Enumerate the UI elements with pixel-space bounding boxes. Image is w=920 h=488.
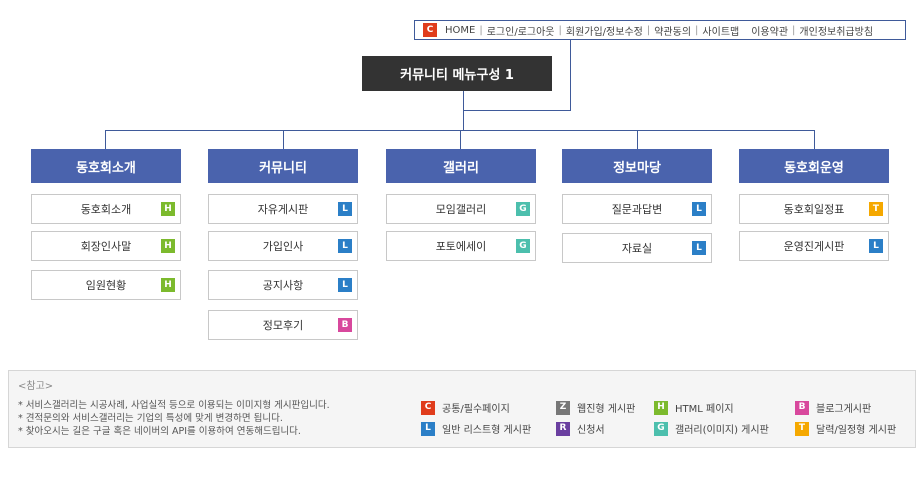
- legend-item: L 일반 리스트형 게시판: [421, 421, 531, 436]
- calendar-board-badge: T: [869, 202, 883, 216]
- nav-link-terms[interactable]: 이용약관: [751, 23, 788, 38]
- menu-item-meetup-review[interactable]: 정모후기 B: [208, 310, 358, 340]
- nav-separator: |: [646, 24, 651, 36]
- menu-item-meeting-gallery[interactable]: 모임갤러리 G: [386, 194, 536, 224]
- menu-item-label: 질문과답변: [611, 203, 663, 216]
- legend-label: 달력/일정형 게시판: [816, 425, 897, 436]
- column-header-club-intro[interactable]: 동호회소개: [31, 149, 181, 183]
- menu-item-archive[interactable]: 자료실 L: [562, 233, 712, 263]
- legend-label: HTML 페이지: [675, 404, 734, 415]
- connector-line: [570, 40, 571, 110]
- legend-item: T 달력/일정형 게시판: [795, 421, 896, 436]
- nav-separator: |: [479, 24, 483, 36]
- menu-item-join-greeting[interactable]: 가입인사 L: [208, 231, 358, 261]
- gallery-board-badge: G: [516, 202, 530, 216]
- menu-item-club-intro[interactable]: 동호회소개 H: [31, 194, 181, 224]
- nav-link-privacy[interactable]: 개인정보취급방침: [799, 23, 873, 38]
- legend-label: 블로그게시판: [816, 404, 872, 415]
- legend-badge: H: [654, 400, 668, 415]
- legend-item: B 블로그게시판: [795, 400, 871, 415]
- legend-label: 공통/필수페이지: [442, 404, 510, 415]
- reference-notes: * 서비스갤러리는 시공사례, 사업실적 등으로 이용되는 이미지형 게시판입니…: [18, 399, 330, 438]
- menu-item-label: 가입인사: [262, 240, 304, 253]
- menu-item-label: 동호회일정표: [783, 203, 845, 216]
- list-board-badge: L: [338, 202, 352, 216]
- legend-label: 갤러리(이미지) 게시판: [675, 425, 769, 436]
- menu-item-label: 공지사항: [262, 279, 304, 292]
- connector-line: [463, 110, 571, 111]
- menu-item-notice[interactable]: 공지사항 L: [208, 270, 358, 300]
- legend-item: G 갤러리(이미지) 게시판: [654, 421, 769, 436]
- menu-item-officers[interactable]: 임원현황 H: [31, 270, 181, 300]
- list-board-badge: L: [692, 241, 706, 255]
- reference-note-line: * 견적문의와 서비스갤러리는 기업의 특성에 맞게 변경하면 됩니다.: [18, 413, 283, 424]
- nav-separator: |: [792, 24, 796, 36]
- root-menu-title: 커뮤니티 메뉴구성 1: [362, 56, 552, 91]
- menu-item-staff-board[interactable]: 운영진게시판 L: [739, 231, 889, 261]
- connector-line: [460, 130, 461, 149]
- nav-link-agreement[interactable]: 약관동의: [654, 23, 691, 38]
- legend-label: 웹진형 게시판: [577, 404, 636, 415]
- nav-link-join[interactable]: 회원가입/정보수정: [566, 23, 643, 38]
- legend-badge: T: [795, 421, 809, 436]
- menu-item-label: 정모후기: [262, 319, 304, 332]
- html-page-badge: H: [161, 202, 175, 216]
- connector-line: [463, 91, 464, 131]
- reference-note-line: * 서비스갤러리는 시공사례, 사업실적 등으로 이용되는 이미지형 게시판입니…: [18, 400, 330, 411]
- menu-item-label: 임원현황: [85, 279, 127, 292]
- column-header-club-operation[interactable]: 동호회운영: [739, 149, 889, 183]
- legend-label: 일반 리스트형 게시판: [442, 425, 532, 436]
- menu-item-free-board[interactable]: 자유게시판 L: [208, 194, 358, 224]
- column-header-info[interactable]: 정보마당: [562, 149, 712, 183]
- legend-item: Z 웹진형 게시판: [556, 400, 635, 415]
- legend-item: H HTML 페이지: [654, 400, 734, 415]
- connector-line: [283, 130, 284, 149]
- list-board-badge: L: [869, 239, 883, 253]
- legend-badge: R: [556, 421, 570, 436]
- menu-item-photo-essay[interactable]: 포토에세이 G: [386, 231, 536, 261]
- utility-nav: C HOME | 로그인/로그아웃 | 회원가입/정보수정 | 약관동의 | 사…: [414, 20, 906, 40]
- column-header-gallery[interactable]: 갤러리: [386, 149, 536, 183]
- menu-item-label: 운영진게시판: [783, 240, 845, 253]
- nav-separator: |: [558, 24, 562, 36]
- column-header-community[interactable]: 커뮤니티: [208, 149, 358, 183]
- connector-line: [637, 130, 638, 149]
- blog-board-badge: B: [338, 318, 352, 332]
- menu-item-label: 자유게시판: [257, 203, 309, 216]
- menu-item-label: 회장인사말: [80, 240, 132, 253]
- legend-label: 신청서: [577, 425, 605, 436]
- menu-item-qna[interactable]: 질문과답변 L: [562, 194, 712, 224]
- legend-badge: Z: [556, 400, 570, 415]
- menu-item-label: 포토에세이: [435, 240, 487, 253]
- list-board-badge: L: [692, 202, 706, 216]
- legend-badge: L: [421, 421, 435, 436]
- list-board-badge: L: [338, 278, 352, 292]
- html-page-badge: H: [161, 239, 175, 253]
- menu-item-label: 동호회소개: [80, 203, 132, 216]
- nav-link-home[interactable]: HOME: [445, 25, 475, 36]
- connector-line: [105, 130, 106, 149]
- gallery-board-badge: G: [516, 239, 530, 253]
- reference-note-line: * 찾아오시는 길은 구글 혹은 네이버의 API를 이용하여 연동해드립니다.: [18, 426, 301, 437]
- legend-badge: C: [421, 400, 435, 415]
- legend-item: C 공통/필수페이지: [421, 400, 510, 415]
- legend-item: R 신청서: [556, 421, 605, 436]
- reference-panel: <참고> * 서비스갤러리는 시공사례, 사업실적 등으로 이용되는 이미지형 …: [8, 370, 916, 448]
- legend-badge: B: [795, 400, 809, 415]
- menu-item-club-schedule[interactable]: 동호회일정표 T: [739, 194, 889, 224]
- menu-item-label: 자료실: [621, 242, 653, 255]
- reference-title: <참고>: [18, 381, 54, 392]
- menu-item-label: 모임갤러리: [435, 203, 487, 216]
- connector-line: [814, 130, 815, 149]
- nav-separator: |: [695, 24, 699, 36]
- html-page-badge: H: [161, 278, 175, 292]
- nav-link-sitemap[interactable]: 사이트맵: [702, 23, 739, 38]
- menu-item-president-greeting[interactable]: 회장인사말 H: [31, 231, 181, 261]
- legend-badge: G: [654, 421, 668, 436]
- nav-link-login[interactable]: 로그인/로그아웃: [487, 23, 555, 38]
- list-board-badge: L: [338, 239, 352, 253]
- common-page-badge: C: [423, 23, 437, 37]
